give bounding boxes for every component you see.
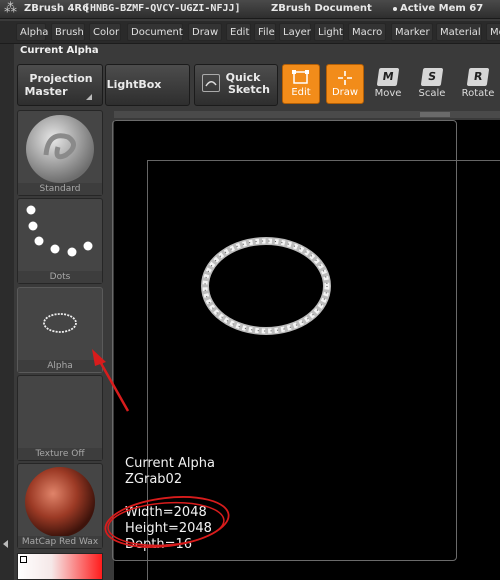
- menu-alpha[interactable]: Alpha: [16, 23, 48, 41]
- alpha-name: ZGrab02: [125, 472, 183, 487]
- draw-button[interactable]: Draw: [326, 64, 364, 104]
- stroke-caption: Dots: [18, 271, 102, 283]
- corner-arrow-icon: [86, 94, 92, 100]
- active-memory: Active Mem 67: [400, 3, 484, 14]
- collapse-arrow-icon[interactable]: [3, 540, 8, 548]
- memory-indicator-icon: [393, 7, 397, 11]
- lightbox-label: LightBox: [106, 78, 162, 91]
- move-button[interactable]: M Move: [368, 66, 408, 104]
- projection-label: Projection: [29, 72, 93, 85]
- move-label: Move: [374, 88, 402, 99]
- menu-light[interactable]: Light: [314, 23, 344, 41]
- document-title: ZBrush Document: [271, 3, 372, 14]
- canvas-top-ruler: [114, 111, 500, 118]
- alpha-caption: Alpha: [18, 360, 102, 372]
- serial-number: [HNBG-BZMF-QVCY-UGZI-NFJJ]: [84, 3, 241, 14]
- move-icon: M: [376, 68, 400, 86]
- texture-thumbnail[interactable]: Texture Off: [17, 375, 103, 461]
- menu-brush[interactable]: Brush: [51, 23, 85, 41]
- brush-caption: Standard: [18, 183, 102, 195]
- title-bar: ⁂ ZBrush 4R6 [HNBG-BZMF-QVCY-UGZI-NFJJ] …: [0, 0, 500, 19]
- menu-edit[interactable]: Edit: [226, 23, 251, 41]
- material-thumbnail[interactable]: MatCap Red Wax: [17, 463, 103, 549]
- master-label: Master: [24, 85, 68, 98]
- sketch-label: Sketch: [227, 83, 270, 96]
- alpha-height: Height=2048: [125, 521, 212, 536]
- dots-stroke-icon: [26, 205, 93, 257]
- menu-marker[interactable]: Marker: [391, 23, 433, 41]
- scale-label: Scale: [418, 88, 446, 99]
- rotate-icon: R: [466, 68, 490, 86]
- alpha-depth: Depth=16: [125, 537, 193, 552]
- stroke-thumbnail[interactable]: Dots: [17, 198, 103, 284]
- edit-label: Edit: [291, 87, 311, 98]
- matcap-red-wax-icon: [25, 467, 95, 537]
- projection-master-button[interactable]: Projection Master: [17, 64, 103, 106]
- canvas-scroll-thumb[interactable]: [420, 112, 450, 117]
- app-title: ZBrush 4R6: [24, 3, 90, 14]
- rotate-button[interactable]: R Rotate: [458, 66, 498, 104]
- material-caption: MatCap Red Wax: [18, 536, 102, 548]
- brush-thumbnail[interactable]: Standard: [17, 110, 103, 196]
- menu-document[interactable]: Document: [127, 23, 183, 41]
- menu-draw[interactable]: Draw: [188, 23, 222, 41]
- lightbox-button[interactable]: LightBox: [105, 64, 190, 106]
- palette-title: Current Alpha: [20, 45, 99, 56]
- edit-button[interactable]: Edit: [282, 64, 320, 104]
- color-picker-handle-icon: [20, 556, 27, 563]
- menu-macro[interactable]: Macro: [348, 23, 386, 41]
- menu-me[interactable]: Me: [486, 23, 500, 41]
- menu-layer[interactable]: Layer: [279, 23, 311, 41]
- alpha-rope-icon: [43, 313, 77, 333]
- scale-button[interactable]: S Scale: [412, 66, 452, 104]
- menu-file[interactable]: File: [254, 23, 276, 41]
- draw-icon: [338, 71, 352, 85]
- edit-icon: [292, 70, 309, 84]
- alpha-rope-preview: [201, 237, 331, 335]
- menu-color[interactable]: Color: [89, 23, 121, 41]
- menu-material[interactable]: Material: [436, 23, 482, 41]
- color-picker[interactable]: [17, 553, 103, 580]
- info-heading: Current Alpha: [125, 456, 215, 471]
- menu-bar: Alpha Brush Color Document Draw Edit Fil…: [0, 21, 500, 44]
- zbrush-logo-icon: ⁂: [4, 1, 17, 16]
- quick-sketch-button[interactable]: Quick Sketch: [194, 64, 278, 106]
- texture-caption: Texture Off: [18, 448, 102, 460]
- alpha-width: Width=2048: [125, 505, 207, 520]
- rotate-label: Rotate: [461, 88, 495, 99]
- standard-brush-icon: [26, 115, 94, 183]
- draw-label: Draw: [331, 87, 359, 98]
- alpha-thumbnail[interactable]: Alpha: [17, 287, 103, 373]
- scale-icon: S: [420, 68, 444, 86]
- quick-sketch-icon: [202, 74, 220, 92]
- side-scroll-strip[interactable]: [0, 44, 14, 580]
